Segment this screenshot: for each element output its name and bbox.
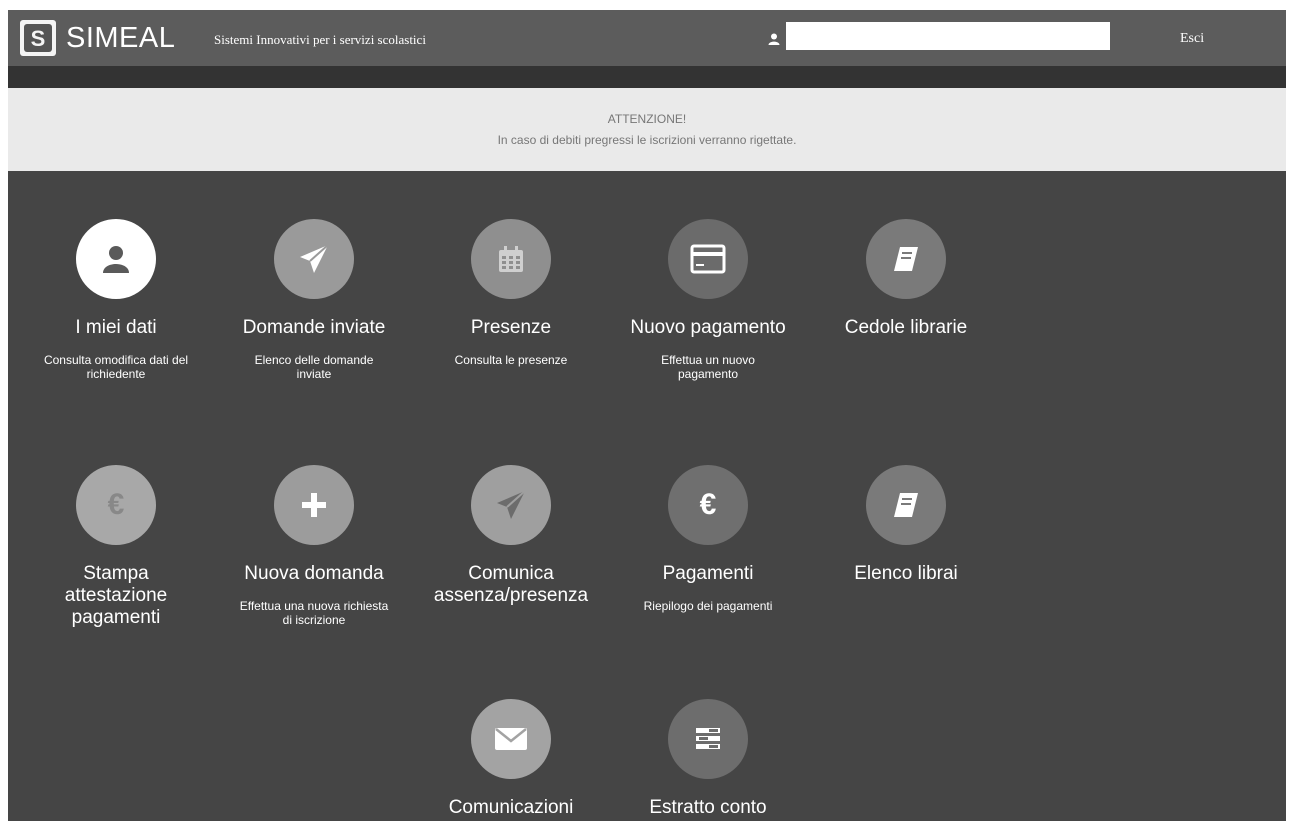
brand-name: SIMEAL (66, 22, 176, 54)
tile-estratto-conto[interactable]: Estratto conto (618, 699, 798, 821)
logo-s-icon: S (24, 24, 52, 52)
notice-banner: ATTENZIONE! In caso di debiti pregressi … (8, 88, 1286, 171)
tile-pagamenti[interactable]: € Pagamenti Riepilogo dei pagamenti (618, 465, 798, 613)
tile-icon-circle (668, 699, 748, 779)
header-band (8, 66, 1286, 88)
tile-icon-circle (866, 465, 946, 545)
tile-elenco-librai[interactable]: Elenco librai (816, 465, 996, 599)
tile-title: Comunica assenza/presenza (433, 563, 589, 606)
logout-link[interactable]: Esci (1180, 31, 1204, 47)
simeal-logo[interactable]: S (20, 20, 56, 56)
tile-description: Elenco delle domande inviate (254, 353, 374, 381)
tile-title: Presenze (470, 317, 552, 338)
tile-comunica-assenza-presenza[interactable]: Comunica assenza/presenza (421, 465, 601, 621)
tile-title: Stampa attestazione pagamenti (64, 563, 168, 628)
list-icon (696, 728, 720, 749)
tile-domande-inviate[interactable]: Domande inviate Elenco delle domande inv… (224, 219, 404, 381)
tile-icon-circle (668, 219, 748, 299)
paper-plane-icon (300, 244, 329, 273)
tile-description: Consulta omodifica dati del richiedente (43, 353, 189, 381)
tagline: Sistemi Innovativi per i servizi scolast… (214, 32, 426, 47)
euro-icon: € (699, 488, 717, 521)
tile-title: Estratto conto (649, 797, 767, 818)
tile-stampa-attestazione-pagamenti[interactable]: € Stampa attestazione pagamenti (26, 465, 206, 643)
tile-title: Comunicazioni (448, 797, 574, 818)
tile-icon-circle (471, 219, 551, 299)
tile-title: Nuovo pagamento (630, 317, 786, 338)
book-icon (894, 493, 918, 517)
tile-description: Consulta le presenze (454, 353, 568, 367)
tile-title: Pagamenti (662, 563, 754, 584)
svg-text:S: S (31, 26, 46, 51)
app-window: S SIMEAL Sistemi Innovativi per i serviz… (8, 10, 1286, 821)
notice-text: In caso di debiti pregressi le iscrizion… (497, 133, 797, 147)
user-name-field (786, 22, 1110, 50)
book-icon (894, 247, 918, 271)
tile-description: Riepilogo dei pagamenti (643, 599, 773, 613)
notice-title: ATTENZIONE! (607, 112, 687, 126)
tile-icon-circle (274, 219, 354, 299)
tile-title: I miei dati (75, 317, 157, 338)
tile-icon-circle (866, 219, 946, 299)
tile-title: Elenco librai (854, 563, 958, 584)
tile-presenze[interactable]: Presenze Consulta le presenze (421, 219, 601, 367)
top-navbar: S SIMEAL Sistemi Innovativi per i serviz… (8, 10, 1286, 66)
tile-title: Nuova domanda (244, 563, 384, 584)
tile-icon-circle (471, 699, 551, 779)
tile-nuova-domanda[interactable]: Nuova domanda Effettua una nuova richies… (224, 465, 404, 627)
credit-card-icon (690, 244, 726, 274)
tile-title: Domande inviate (242, 317, 386, 338)
user-icon (768, 33, 780, 45)
tile-nuovo-pagamento[interactable]: Nuovo pagamento Effettua un nuovo pagame… (618, 219, 798, 381)
tile-icon-circle: € (668, 465, 748, 545)
tile-icon-circle: € (76, 465, 156, 545)
euro-icon: € (107, 488, 125, 521)
tile-title: Cedole librarie (844, 317, 968, 338)
tile-cedole-librarie[interactable]: Cedole librarie (816, 219, 996, 353)
plus-icon (302, 493, 326, 517)
tile-comunicazioni[interactable]: Comunicazioni (421, 699, 601, 821)
tile-icon-circle (471, 465, 551, 545)
tile-description: Effettua una nuova richiesta di iscrizio… (239, 599, 389, 627)
user-icon (103, 246, 129, 273)
tile-description: Effettua un nuovo pagamento (661, 353, 755, 381)
paper-plane-icon (497, 490, 526, 519)
envelope-icon (495, 728, 527, 750)
tile-i-miei-dati[interactable]: I miei dati Consulta omodifica dati del … (26, 219, 206, 381)
tile-icon-circle (76, 219, 156, 299)
tile-icon-circle (274, 465, 354, 545)
calendar-icon (499, 246, 523, 272)
